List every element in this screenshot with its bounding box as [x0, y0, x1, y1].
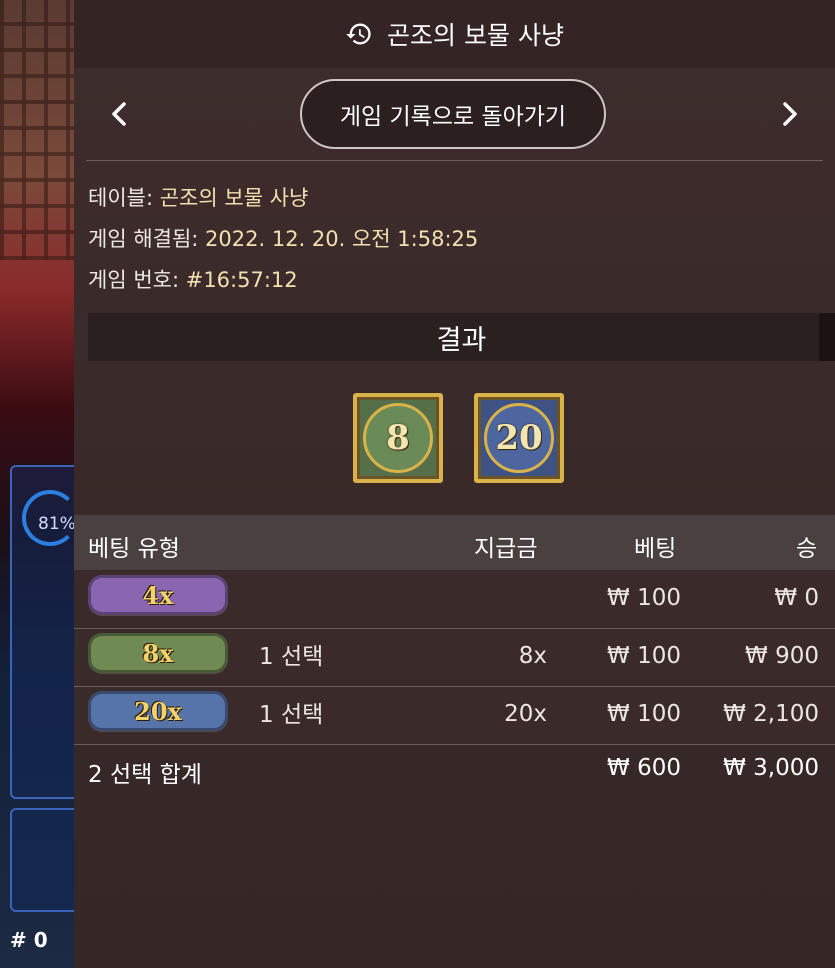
round-counter: # 0	[10, 928, 48, 952]
panel-fade	[74, 800, 835, 968]
row-win: ₩ 900	[745, 643, 819, 669]
result-tile-8-value: 8	[363, 403, 433, 473]
info-resolved-value: 2022. 12. 20. 오전 1:58:25	[205, 227, 479, 251]
info-table: 테이블: 곤조의 보물 사냥	[88, 182, 308, 212]
result-header: 결과	[74, 313, 835, 361]
background-lattice	[0, 0, 74, 260]
table-row: 4x ₩ 100 ₩ 0	[74, 571, 835, 629]
header-win: 승	[796, 536, 818, 562]
row-payout: 8x	[518, 643, 547, 669]
info-game-number: 게임 번호: #16:57:12	[88, 264, 298, 294]
table-row: 8x 1 선택 8x ₩ 100 ₩ 900	[74, 629, 835, 687]
info-table-key: 테이블:	[88, 186, 154, 210]
result-tile-8: 8	[353, 393, 443, 483]
chevron-right-icon[interactable]	[775, 96, 805, 132]
game-history-panel: 곤조의 보물 사냥 게임 기록으로 돌아가기 테이블: 곤조의 보물 사냥 게임…	[74, 0, 835, 968]
navigation-row: 게임 기록으로 돌아가기	[74, 68, 835, 160]
row-selection: 1 선택	[259, 702, 324, 728]
chevron-left-icon[interactable]	[104, 96, 134, 132]
background-bet-panel-2	[10, 808, 84, 912]
info-game-number-key: 게임 번호:	[88, 268, 180, 292]
table-row: 20x 1 선택 20x ₩ 100 ₩ 2,100	[74, 687, 835, 745]
row-win: ₩ 2,100	[723, 701, 819, 727]
info-game-number-value: #16:57:12	[185, 268, 298, 292]
row-payout: 20x	[504, 701, 547, 727]
total-win: ₩ 3,000	[723, 755, 819, 781]
total-bet: ₩ 600	[607, 755, 681, 781]
result-tile-20: 20	[474, 393, 564, 483]
bet-badge-8x: 8x	[88, 633, 228, 673]
info-resolved-key: 게임 해결됨:	[88, 227, 199, 251]
bet-table-header: 베팅 유형 지급금 베팅 승	[74, 515, 835, 570]
progress-ring-label: 81%	[38, 514, 76, 534]
bet-badge-4x: 4x	[88, 575, 228, 615]
back-to-history-button[interactable]: 게임 기록으로 돌아가기	[300, 79, 606, 149]
total-label: 2 선택 합계	[88, 762, 202, 788]
header-bet: 베팅	[634, 536, 677, 562]
result-tile-20-value: 20	[484, 403, 554, 473]
page-title: 곤조의 보물 사냥	[387, 21, 564, 50]
row-selection: 1 선택	[259, 644, 324, 670]
header-payout: 지급금	[474, 536, 538, 562]
row-bet: ₩ 100	[607, 643, 681, 669]
info-table-value: 곤조의 보물 사냥	[159, 186, 309, 210]
row-win: ₩ 0	[774, 585, 819, 611]
row-bet: ₩ 100	[607, 701, 681, 727]
row-bet: ₩ 100	[607, 585, 681, 611]
history-icon	[346, 23, 371, 45]
header-bet-type: 베팅 유형	[88, 536, 180, 562]
title-bar: 곤조의 보물 사냥	[74, 0, 835, 68]
info-resolved: 게임 해결됨: 2022. 12. 20. 오전 1:58:25	[88, 223, 478, 253]
bet-badge-20x: 20x	[88, 691, 228, 731]
divider	[86, 160, 823, 161]
total-row: 2 선택 합계 ₩ 600 ₩ 3,000	[74, 745, 835, 799]
